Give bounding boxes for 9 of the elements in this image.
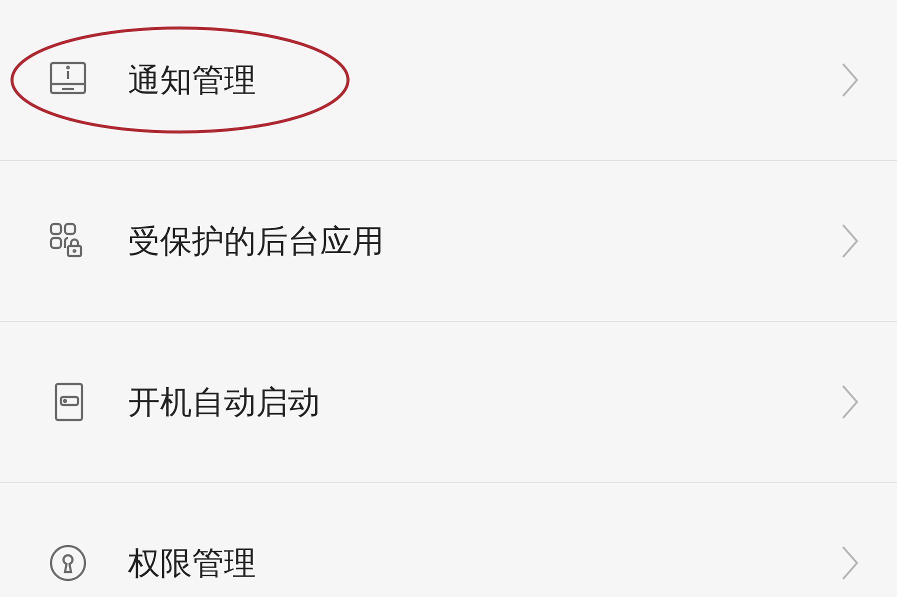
settings-item[interactable]: 开机自动启动 (0, 322, 897, 483)
settings-item[interactable]: 权限管理 (0, 483, 897, 597)
settings-item[interactable]: 通知管理 (0, 0, 897, 161)
item-label: 权限管理 (128, 544, 257, 583)
keyhole-icon (48, 543, 88, 583)
item-label: 受保护的后台应用 (128, 222, 385, 261)
item-label: 通知管理 (128, 61, 257, 100)
settings-item[interactable]: 受保护的后台应用 (0, 161, 897, 322)
item-label: 开机自动启动 (128, 383, 321, 422)
